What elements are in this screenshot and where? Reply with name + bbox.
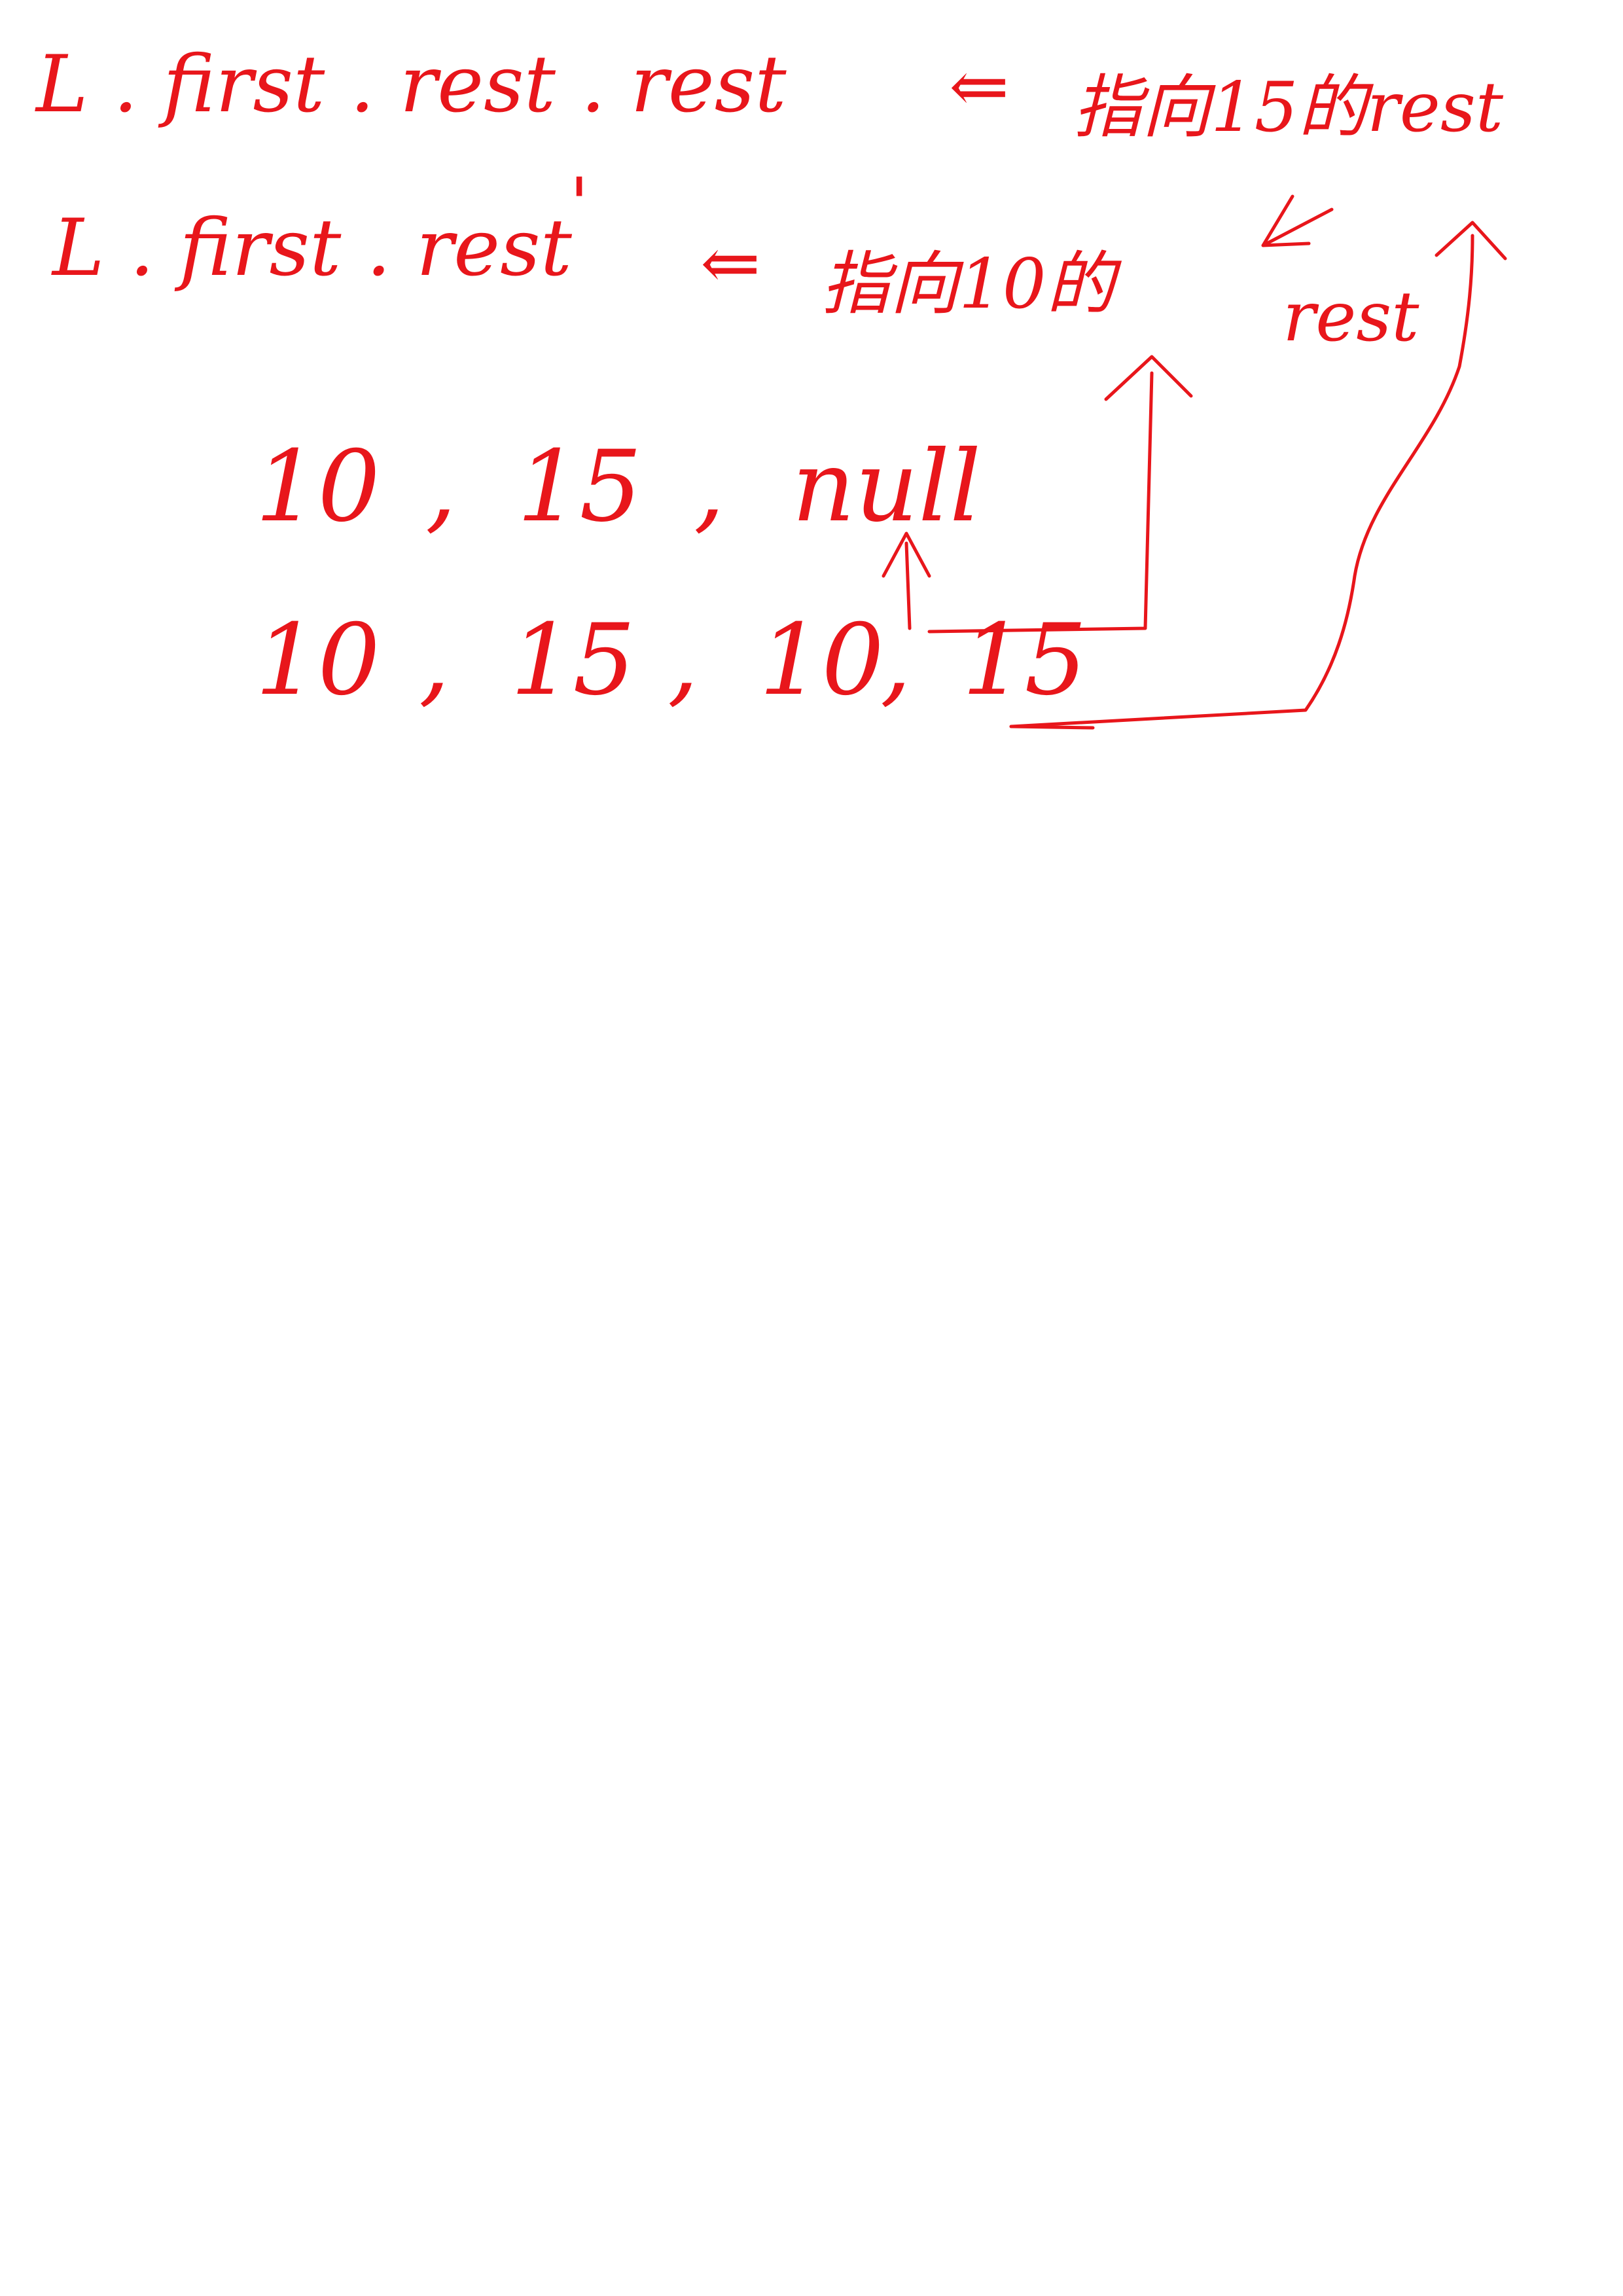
list-after: 10 , 15 , 10 , 15 bbox=[255, 603, 1087, 717]
list-after-item: 15 bbox=[962, 603, 1087, 717]
list-before-item: , bbox=[694, 430, 725, 544]
list-after-item: , bbox=[880, 603, 912, 717]
list-before-item: , bbox=[425, 430, 457, 544]
line2-annotation: 指向10的 bbox=[821, 244, 1122, 324]
list-after-item: 15 bbox=[510, 603, 635, 717]
line2-annotation-rest: rest bbox=[1283, 277, 1419, 357]
line1-expression: L . first . rest . rest bbox=[35, 39, 787, 130]
pointer-arrow-to-rest bbox=[1261, 194, 1334, 247]
list-after-item: 10 bbox=[759, 603, 884, 717]
list-before-item: null bbox=[792, 430, 981, 544]
line2-prime: ' bbox=[569, 162, 589, 246]
list-after-item: , bbox=[668, 603, 699, 717]
list-before: 10 , 15 , null bbox=[255, 430, 981, 544]
line2-expression: L . first . rest bbox=[51, 203, 573, 294]
list-before-item: 10 bbox=[255, 430, 380, 544]
handwritten-notes-canvas: L . first . rest . rest ⇐ 指向15的rest L . … bbox=[35, 39, 1507, 730]
line1-arrow: ⇐ bbox=[949, 45, 1009, 128]
line2-arrow: ⇐ bbox=[700, 221, 760, 305]
line1-annotation: 指向15的rest bbox=[1073, 67, 1504, 147]
list-before-item: 15 bbox=[517, 430, 642, 544]
list-after-item: , bbox=[419, 603, 450, 717]
list-after-item: 10 bbox=[255, 603, 380, 717]
